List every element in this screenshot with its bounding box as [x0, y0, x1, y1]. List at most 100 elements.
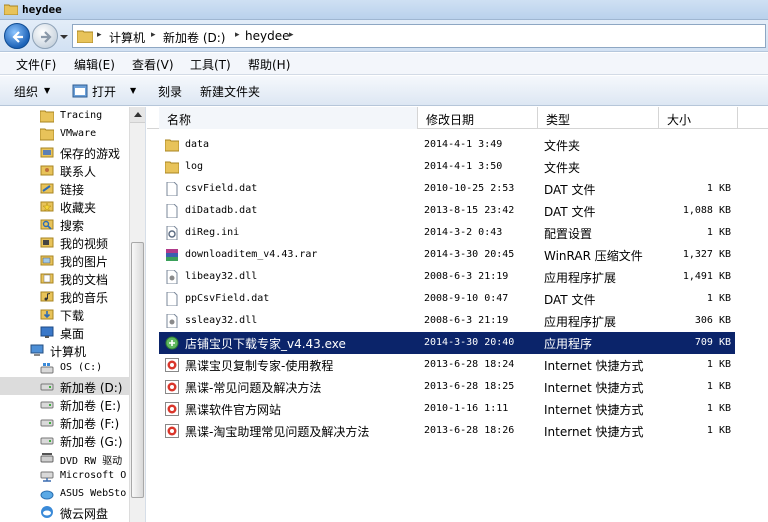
file-row[interactable]: 店铺宝贝下载专家_v4.43.exe 2014-3-30 20:40 应用程序 709…: [159, 332, 735, 354]
menu-edit[interactable]: 编辑(E): [74, 56, 115, 73]
nav-item[interactable]: 搜索: [0, 215, 130, 233]
file-size: 1 KB: [706, 359, 731, 370]
breadcrumb-separator-icon[interactable]: ▸: [235, 30, 240, 40]
nav-item-label: Microsoft O: [60, 470, 127, 481]
file-row[interactable]: diDatadb.dat 2013-8-15 23:42 DAT 文件 1,088 K…: [159, 200, 735, 222]
nav-item[interactable]: 新加卷 (G:): [0, 431, 130, 449]
nav-item[interactable]: 我的视频: [0, 233, 130, 251]
nav-item[interactable]: 我的图片: [0, 251, 130, 269]
breadcrumb-computer[interactable]: 计算机: [109, 29, 145, 46]
nav-item-label: 下载: [60, 309, 85, 323]
nav-item[interactable]: 下载: [0, 305, 130, 323]
nav-item[interactable]: 新加卷 (D:): [0, 377, 130, 395]
column-name-header[interactable]: 名称: [159, 107, 418, 129]
downloads-icon: [40, 307, 54, 321]
column-size-header[interactable]: 大小: [659, 107, 738, 129]
scroll-up-icon[interactable]: [130, 107, 145, 123]
app-exe-icon: [165, 336, 179, 350]
videos-icon: [40, 235, 54, 249]
file-size: 306 KB: [694, 315, 731, 326]
breadcrumb-folder[interactable]: heydee: [245, 29, 289, 43]
file-size: 1 KB: [706, 293, 731, 304]
folder-icon: [164, 160, 180, 174]
file-size: 1,327 KB: [682, 249, 731, 260]
file-row[interactable]: ppCsvField.dat 2008-9-10 0:47 DAT 文件 1 KB: [159, 288, 735, 310]
address-box[interactable]: ▸ 计算机 ▸ 新加卷 (D:) ▸ heydee ▸: [72, 24, 766, 48]
nav-item-label: 我的图片: [60, 255, 109, 269]
file-type: Internet 快捷方式: [544, 381, 644, 395]
file-row[interactable]: downloaditem_v4.43.rar 2014-3-30 20:45 Win…: [159, 244, 735, 266]
open-button[interactable]: 打开: [92, 83, 116, 100]
nav-item[interactable]: VMware: [0, 125, 130, 143]
back-button[interactable]: [4, 23, 30, 49]
column-type-header[interactable]: 类型: [538, 107, 659, 129]
file-row[interactable]: 黑谍-淘宝助理常见问题及解决方法 2013-6-28 18:26 Internet …: [159, 420, 735, 442]
nav-item[interactable]: 微云网盘: [0, 503, 130, 521]
nav-item-label: 新加卷 (G:): [60, 435, 123, 449]
chevron-down-icon[interactable]: ▼: [130, 86, 136, 95]
file-type: 文件夹: [544, 161, 581, 175]
file-type: 应用程序扩展: [544, 271, 617, 285]
file-name: log: [185, 161, 204, 172]
nav-item[interactable]: Microsoft O: [0, 467, 130, 485]
burn-button[interactable]: 刻录: [158, 83, 182, 100]
nav-item[interactable]: Tracing: [0, 107, 130, 125]
file-row[interactable]: data 2014-4-1 3:49 文件夹: [159, 134, 735, 156]
organize-button[interactable]: 组织: [14, 83, 38, 100]
menu-view[interactable]: 查看(V): [132, 56, 174, 73]
column-header-row: 名称 修改日期 类型 大小: [147, 107, 768, 129]
breadcrumb-separator-icon[interactable]: ▸: [151, 30, 156, 40]
file-size: 1,088 KB: [682, 205, 731, 216]
nav-item[interactable]: 桌面: [0, 323, 130, 341]
breadcrumb-separator-icon[interactable]: ▸: [97, 30, 102, 40]
nav-item[interactable]: DVD RW 驱动: [0, 449, 130, 467]
file-row[interactable]: 黑谍软件官方网站 2010-1-16 1:11 Internet 快捷方式 1 KB: [159, 398, 735, 420]
back-arrow-icon: [12, 31, 23, 43]
nav-item-label: 微云网盘: [60, 507, 109, 521]
forward-button[interactable]: [32, 23, 58, 49]
file-name: csvField.dat: [185, 183, 258, 194]
nav-item[interactable]: ASUS WebSto: [0, 485, 130, 503]
file-size: 1 KB: [706, 425, 731, 436]
file-name: 黑谍-淘宝助理常见问题及解决方法: [185, 425, 370, 439]
file-row[interactable]: 黑谍-常见问题及解决方法 2013-6-28 18:25 Internet 快捷方式…: [159, 376, 735, 398]
file-name: ppCsvField.dat: [185, 293, 270, 304]
nav-item[interactable]: 联系人: [0, 161, 130, 179]
file-type: Internet 快捷方式: [544, 403, 644, 417]
nav-item[interactable]: 收藏夹: [0, 197, 130, 215]
menu-tools[interactable]: 工具(T): [190, 56, 231, 73]
menu-file[interactable]: 文件(F): [16, 56, 56, 73]
nav-item[interactable]: 我的音乐: [0, 287, 130, 305]
file-row[interactable]: log 2014-4-1 3:50 文件夹: [159, 156, 735, 178]
menu-help[interactable]: 帮助(H): [248, 56, 290, 73]
file-date: 2008-6-3 21:19: [424, 315, 509, 326]
nav-item[interactable]: 链接: [0, 179, 130, 197]
breadcrumb-separator-icon[interactable]: ▸: [289, 30, 294, 40]
ini-file-icon: [165, 225, 179, 241]
nav-item[interactable]: 我的文档: [0, 269, 130, 287]
column-date-header[interactable]: 修改日期: [418, 107, 538, 129]
nav-item[interactable]: 新加卷 (F:): [0, 413, 130, 431]
nav-item-label: 桌面: [60, 327, 85, 341]
file-name: data: [185, 139, 210, 150]
file-size: 709 KB: [694, 337, 731, 348]
nav-item[interactable]: 新加卷 (E:): [0, 395, 130, 413]
file-date: 2008-6-3 21:19: [424, 271, 509, 282]
nav-item[interactable]: OS (C:): [0, 359, 130, 377]
file-row[interactable]: 黑谍宝贝复制专家-使用教程 2013-6-28 18:24 Internet 快捷方…: [159, 354, 735, 376]
drive-icon: [40, 433, 54, 447]
nav-item[interactable]: 计算机: [0, 341, 130, 359]
nav-scrollbar[interactable]: [129, 107, 145, 522]
scroll-thumb[interactable]: [131, 242, 144, 498]
rar-icon: [165, 248, 179, 262]
file-date: 2014-4-1 3:50: [424, 161, 503, 172]
history-dropdown-icon[interactable]: [60, 33, 68, 41]
file-row[interactable]: libeay32.dll 2008-6-3 21:19 应用程序扩展 1,491 KB: [159, 266, 735, 288]
file-name: ssleay32.dll: [185, 315, 258, 326]
file-row[interactable]: diReg.ini 2014-3-2 0:43 配置设置 1 KB: [159, 222, 735, 244]
nav-item[interactable]: 保存的游戏: [0, 143, 130, 161]
new-folder-button[interactable]: 新建文件夹: [200, 83, 260, 100]
breadcrumb-drive[interactable]: 新加卷 (D:): [163, 29, 225, 46]
file-row[interactable]: ssleay32.dll 2008-6-3 21:19 应用程序扩展 306 KB: [159, 310, 735, 332]
file-row[interactable]: csvField.dat 2010-10-25 2:53 DAT 文件 1 KB: [159, 178, 735, 200]
